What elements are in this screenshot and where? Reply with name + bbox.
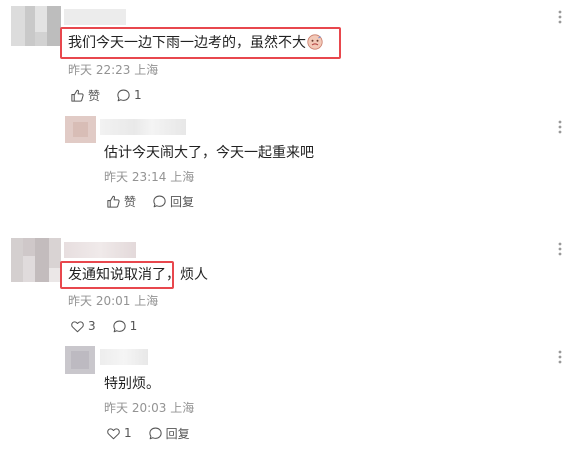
avatar[interactable] (11, 238, 61, 282)
reply-button[interactable]: 1 (112, 319, 138, 334)
reply-meta: 昨天 20:03 上海 (104, 400, 194, 416)
thumbs-up-icon (70, 88, 88, 103)
comment-time: 昨天 22:23 (68, 63, 131, 77)
like-label: 赞 (124, 194, 137, 209)
reply-text: 估计今天闹大了，今天一起重来吧 (104, 145, 314, 161)
comment-actions: 3 1 (70, 317, 153, 335)
reply-time: 昨天 20:03 (104, 401, 167, 415)
comment-text: 发通知说取消了，烦人 (68, 265, 208, 285)
username-blurred[interactable] (100, 349, 148, 365)
username-blurred[interactable] (64, 242, 136, 258)
like-label: 赞 (88, 88, 101, 103)
reply-button[interactable]: 1 (116, 88, 142, 103)
like-button[interactable]: 赞 (70, 87, 100, 104)
avatar[interactable] (11, 6, 61, 46)
comment-location: 上海 (134, 294, 159, 308)
reply-button[interactable]: 回复 (152, 193, 194, 210)
comment-text: 我们今天一边下雨一边考的，虽然不大 (68, 33, 323, 53)
comment-meta: 昨天 20:01 上海 (68, 293, 158, 309)
reply-location: 上海 (170, 170, 195, 184)
comment-text-rest: ，烦人 (166, 267, 208, 283)
thumbs-up-icon (106, 194, 124, 209)
heart-icon (106, 426, 124, 441)
more-dots-icon[interactable] (553, 8, 567, 26)
more-dots-icon[interactable] (553, 118, 567, 136)
comment-bubble-icon (148, 426, 166, 441)
reply-count: 1 (134, 88, 142, 102)
comment-text-highlighted: 发通知说取消了 (68, 267, 166, 283)
username-blurred[interactable] (64, 9, 126, 25)
like-button[interactable]: 1 (106, 426, 132, 441)
reply-text: 特别烦。 (104, 376, 160, 392)
more-dots-icon[interactable] (553, 348, 567, 366)
comment-meta: 昨天 22:23 上海 (68, 62, 158, 78)
like-button[interactable]: 赞 (106, 193, 136, 210)
reply-meta: 昨天 23:14 上海 (104, 169, 194, 185)
reply-actions: 赞 回复 (106, 192, 210, 210)
comment-actions: 赞 1 (70, 86, 158, 104)
reply-time: 昨天 23:14 (104, 170, 167, 184)
like-count: 1 (124, 426, 132, 440)
reply-actions: 1 回复 (106, 424, 206, 442)
reply-location: 上海 (170, 401, 195, 415)
like-count: 3 (88, 319, 96, 333)
comment-bubble-icon (116, 88, 134, 103)
reply-button[interactable]: 回复 (148, 425, 190, 442)
reply-label: 回复 (170, 194, 195, 209)
reply-count: 1 (129, 319, 138, 333)
comment-bubble-icon (152, 194, 170, 209)
comment-location: 上海 (134, 63, 159, 77)
avatar[interactable] (65, 116, 96, 143)
heart-icon (70, 319, 88, 334)
reply-label: 回复 (165, 426, 190, 441)
avatar[interactable] (65, 346, 95, 374)
like-button[interactable]: 3 (70, 319, 96, 334)
comment-text-content: 我们今天一边下雨一边考的，虽然不大 (68, 35, 306, 51)
comment-time: 昨天 20:01 (68, 294, 131, 308)
emoji-face-icon (307, 34, 323, 50)
more-dots-icon[interactable] (553, 240, 567, 258)
username-blurred[interactable] (100, 119, 186, 135)
comment-thread: 我们今天一边下雨一边考的，虽然不大 昨天 22:23 上海 赞 1 估计今天闹大… (0, 0, 587, 450)
comment-bubble-icon (112, 319, 130, 334)
